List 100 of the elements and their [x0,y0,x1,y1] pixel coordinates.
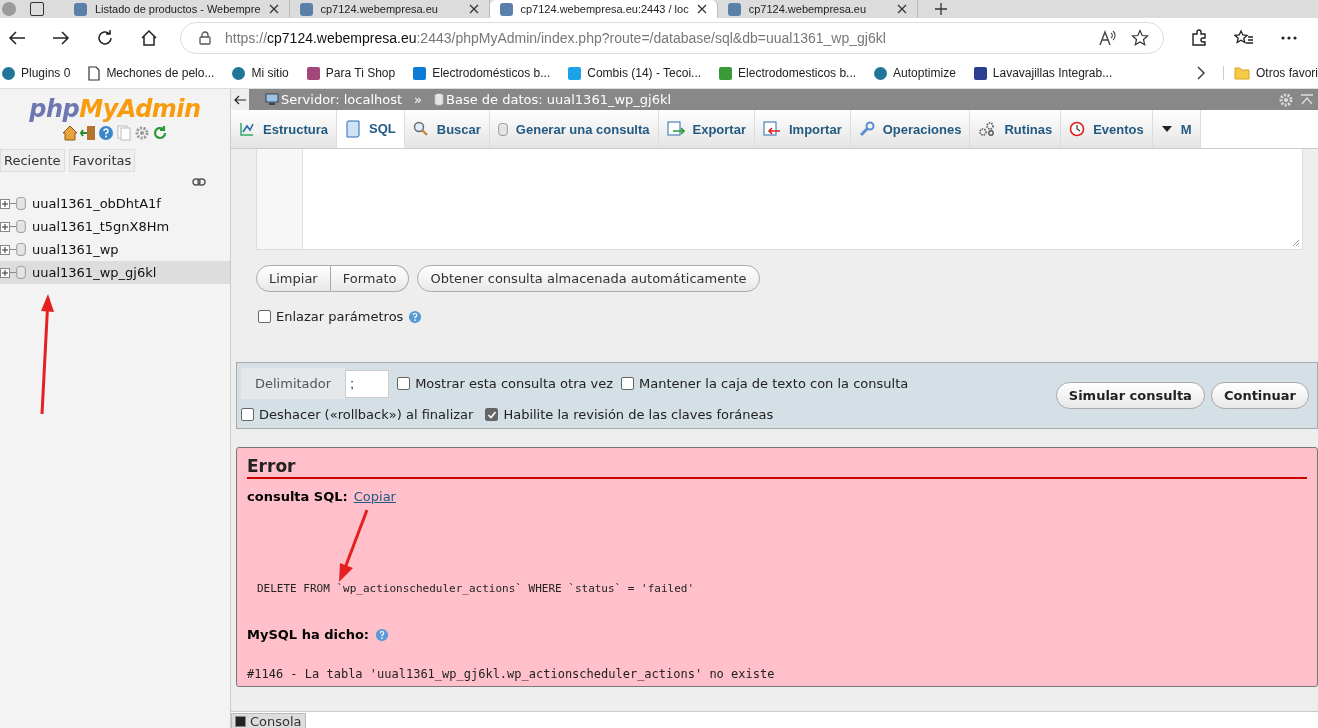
database-link[interactable]: Base de datos: uual1361_wp_gj6kl [434,92,672,107]
new-tab-icon[interactable] [933,2,948,16]
breadcrumb-separator: » [414,92,423,107]
bookmark-link[interactable]: Electrodomésticos b... [413,66,551,80]
server-link[interactable]: Servidor: localhost [265,92,403,107]
browser-tab[interactable]: cp7124.webempresa.eu:2443 / loc [489,0,718,18]
delimiter-field[interactable]: ; [345,369,390,398]
export-icon [666,121,685,137]
collapse-up-icon[interactable] [1300,93,1314,106]
console-tab[interactable]: Consola [231,712,306,728]
sidebar-tab[interactable]: Reciente [0,149,65,172]
collapse-icon[interactable] [231,89,249,110]
nav-tab[interactable]: M [1152,110,1201,148]
nav-tab[interactable]: Operaciones [850,110,971,148]
bookmark-link[interactable]: Combis (14) - Tecoi... [568,66,702,80]
site-icon [74,2,87,16]
nav-tab[interactable]: Generar una consulta [489,110,659,148]
settings-icon[interactable] [1278,91,1294,108]
nav-tab[interactable]: Importar [754,110,851,148]
close-icon[interactable] [268,4,279,14]
caret-icon [1160,125,1173,133]
gears-icon [978,121,997,137]
chevron-right-icon[interactable] [1197,66,1205,80]
stored-query-button[interactable]: Obtener consulta almacenada automáticamente [417,265,760,292]
site-icon [232,66,246,80]
back-icon[interactable] [8,30,26,46]
home-icon[interactable] [140,29,158,47]
site-icon [2,66,15,80]
read-aloud-icon[interactable] [1099,30,1117,46]
logo[interactable]: phpMyAdmin [0,95,230,123]
site-icon [306,66,320,80]
checkbox[interactable] [621,377,635,390]
database-item[interactable]: uual1361_obDhtA1f [0,192,230,215]
sql-label: consulta SQL: [247,489,348,504]
copy-link[interactable]: Copiar [353,489,396,504]
forward-icon[interactable] [52,30,70,46]
bookmark-link[interactable]: Electrodomesticos b... [719,66,857,80]
site-icon [299,2,313,16]
database-icon [16,220,26,233]
checkbox-label: Enlazar parámetros [276,309,404,324]
nav-tab[interactable]: Eventos [1061,110,1153,148]
close-icon[interactable] [896,4,907,14]
resize-grip-icon[interactable] [1292,239,1300,247]
bookmark-link[interactable]: Autoptimize [874,66,956,80]
expand-icon[interactable] [0,198,10,209]
link-icon[interactable] [192,178,206,186]
database-icon [497,122,508,136]
error-title: Error [247,456,1307,479]
checkbox[interactable] [397,377,411,390]
bookmark-link[interactable]: Mechones de pelo... [88,65,215,81]
checkbox[interactable] [258,310,271,323]
page-icon [88,65,101,81]
bookmark-link[interactable]: Plugins 0 [2,66,71,80]
bookmark-link[interactable]: Mi sitio [232,66,289,80]
site-icon [727,2,741,16]
bookmark-folder[interactable]: Otros favori [1223,66,1318,80]
reload-icon[interactable] [96,29,114,47]
database-item[interactable]: uual1361_t5gnX8Hm [0,215,230,238]
nav-tab[interactable]: Exportar [658,110,755,148]
submit-button[interactable]: Simular consulta [1055,381,1205,409]
nav-tab[interactable]: Buscar [404,110,490,148]
favorites-icon[interactable] [1234,29,1254,47]
lock-icon [199,31,211,45]
import-icon [762,121,781,137]
bookmark-link[interactable]: Lavavajillas Integrab... [973,66,1113,80]
site-icon [973,66,987,80]
close-icon[interactable] [468,4,479,14]
nav-tab[interactable]: Rutinas [970,110,1062,148]
site-icon [499,2,513,16]
expand-icon[interactable] [0,221,10,232]
star-icon[interactable] [1131,29,1149,47]
tab-actions-icon[interactable] [30,2,44,16]
more-icon[interactable] [1280,35,1298,41]
console-icon [235,716,246,727]
sidebar-tab[interactable]: Favoritas [68,149,136,172]
exit-icon[interactable] [80,125,96,141]
bookmark-link[interactable]: Para Ti Shop [306,66,396,80]
checkbox[interactable] [485,408,499,421]
sql-query: DELETE FROM `wp_actionscheduler_actions` WHERE `status` = 'failed' [257,582,696,595]
structure-icon [239,121,255,137]
help-icon[interactable] [375,627,390,642]
nav-tab[interactable]: Estructura [231,110,338,148]
site-icon [568,66,582,80]
editor-button[interactable]: Limpiar [256,265,331,292]
wrench-icon [858,121,875,137]
database-icon [16,197,26,210]
database-item[interactable]: uual1361_wp [0,238,230,261]
puzzle-icon[interactable] [1190,29,1208,47]
expand-icon[interactable] [0,267,10,278]
close-icon[interactable] [696,4,707,14]
checkbox[interactable] [241,408,254,421]
database-item[interactable]: uual1361_wp_gj6kl [0,261,230,284]
expand-icon[interactable] [0,244,10,255]
error-message: #1146 - La tabla 'uual1361_wp_gj6kl.wp_actionscheduler_actions' no existe [247,667,776,681]
search-icon [412,121,429,137]
settings-icon[interactable] [134,125,150,141]
editor-button[interactable]: Formato [330,265,410,292]
help-icon[interactable] [98,125,114,141]
help-icon[interactable] [408,309,423,324]
submit-button[interactable]: Continuar [1210,381,1309,409]
